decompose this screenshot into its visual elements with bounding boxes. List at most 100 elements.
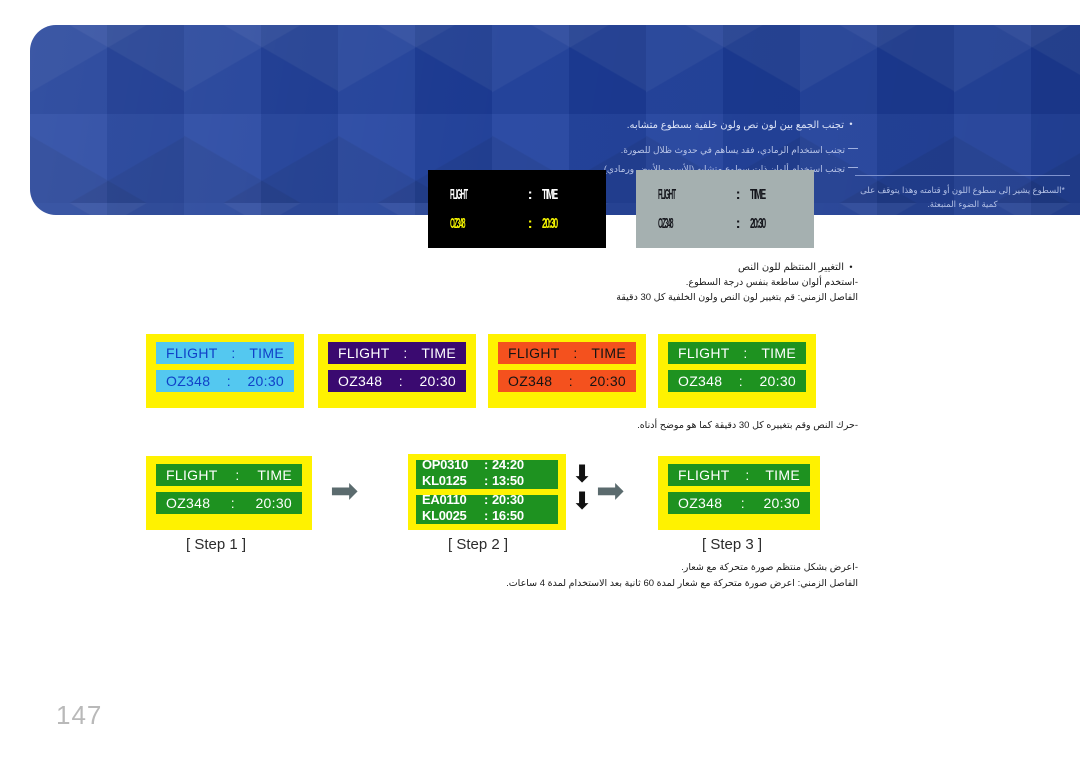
banner-dash-note-1: تجنب استخدام الرمادي، فقد يساهم في حدوث … (621, 145, 858, 156)
sign-separator: : (740, 495, 745, 511)
sign-time-label: TIME (761, 345, 796, 361)
separator: : (483, 508, 489, 523)
sign-row-header: FLIGHT : TIME (668, 342, 806, 364)
sign-separator: : (743, 345, 748, 361)
sign-flight-code: OZ348 (338, 373, 383, 389)
sign-row-header: FLIGHT : TIME (156, 464, 302, 486)
arrow-right-icon: ➡ (330, 471, 359, 511)
lcd-time-label: TIME (750, 186, 766, 203)
banner-side-footnote: *السطوع يشير إلى سطوع اللون أو قتامته وه… (855, 175, 1070, 211)
sign-row-data: OZ348 : 20:30 (668, 492, 810, 514)
lcd-row-data: OZ348 : 20:30 (658, 215, 792, 232)
list-item: KL0125 : 13:50 (416, 473, 558, 489)
note-mid-line-1: • التغيير المنتظم للون النص (616, 262, 858, 273)
flight-time: 13:50 (492, 473, 524, 488)
step-label-1: [ Step 1 ] (186, 536, 247, 553)
sign-flight-label: FLIGHT (166, 467, 218, 483)
sign-flight-code: OZ348 (166, 373, 211, 389)
flight-time: 16:50 (492, 508, 524, 523)
sign-row-data: OZ348 : 20:30 (498, 370, 636, 392)
sign-separator: : (738, 373, 743, 389)
sign-time-label: TIME (249, 345, 284, 361)
sign-time-label: TIME (765, 467, 800, 483)
lcd-row-header: FLIGHT : TIME (658, 186, 792, 203)
lcd-flight-code: OZ348 (658, 215, 674, 232)
list-item: EA0110 : 20:30 (416, 495, 558, 508)
dash-mark-icon (848, 148, 858, 149)
sign-row-header: FLIGHT : TIME (328, 342, 466, 364)
lcd-preview-black: FLIGHT : TIME OZ348 : 20:30 (428, 170, 606, 248)
sign-time-label: TIME (421, 345, 456, 361)
flight-time: 20:30 (492, 495, 524, 507)
sign-row-header: FLIGHT : TIME (668, 464, 810, 486)
sign-flight-label: FLIGHT (338, 345, 390, 361)
separator: : (483, 460, 489, 472)
note-mid-line-1-text: التغيير المنتظم للون النص (737, 262, 844, 273)
note-move-text: -حرك النص وقم بتغييره كل 30 دقيقة كما هو… (637, 420, 858, 431)
flight-time: 24:20 (492, 460, 524, 472)
sign-separator: : (226, 373, 231, 389)
sign-time-label: TIME (591, 345, 626, 361)
sign-separator: : (403, 345, 408, 361)
flight-code: OP0310 (422, 460, 468, 472)
sign-time-value: 20:30 (247, 373, 284, 389)
sign-row-header: FLIGHT : TIME (156, 342, 294, 364)
flight-code: EA0110 (422, 495, 467, 507)
lcd-time-value: 20:30 (750, 215, 766, 232)
sign-separator: : (745, 467, 750, 483)
lcd-preview-gray: FLIGHT : TIME OZ348 : 20:30 (636, 170, 814, 248)
bullet-glyph: • (849, 262, 853, 273)
lcd-time-value: 20:30 (542, 215, 558, 232)
sign-card-green: FLIGHT : TIME OZ348 : 20:30 (658, 334, 816, 408)
step-label-2: [ Step 2 ] (448, 536, 509, 553)
sign-separator: : (235, 467, 240, 483)
sign-time-label: TIME (257, 467, 292, 483)
flight-list-panel-bottom: EA0110 : 20:30 KL0025 : 16:50 (416, 495, 558, 524)
step3-sign-card: FLIGHT : TIME OZ348 : 20:30 (658, 456, 820, 530)
lcd-flight-label: FLIGHT (450, 186, 468, 203)
flight-code: KL0125 (422, 473, 467, 488)
bullet-glyph: • (849, 119, 853, 130)
sign-flight-label: FLIGHT (678, 345, 730, 361)
note-mid-line-3: الفاصل الزمني: قم بتغيير لون النص ولون ا… (616, 292, 858, 303)
separator: : (483, 495, 489, 507)
lcd-separator: : (527, 215, 533, 232)
sign-card-purple: FLIGHT : TIME OZ348 : 20:30 (318, 334, 476, 408)
lcd-separator: : (527, 186, 533, 203)
lcd-time-label: TIME (542, 186, 558, 203)
sign-flight-label: FLIGHT (166, 345, 218, 361)
sign-separator: : (573, 345, 578, 361)
sign-flight-code: OZ348 (678, 373, 723, 389)
arrow-down-icon: ⬇ (572, 460, 593, 488)
lcd-separator: : (735, 186, 741, 203)
sign-row-data: OZ348 : 20:30 (328, 370, 466, 392)
note-bottom-line-1: -اعرض بشكل منتظم صورة متحركة مع شعار. (506, 562, 858, 573)
separator: : (483, 473, 489, 488)
note-bottom-line-1-text: -اعرض بشكل منتظم صورة متحركة مع شعار. (681, 562, 858, 573)
sign-row-data: OZ348 : 20:30 (156, 492, 302, 514)
note-steps-line-1: -حرك النص وقم بتغييره كل 30 دقيقة كما هو… (637, 420, 858, 431)
flight-code: KL0025 (422, 508, 467, 523)
step1-sign-card: FLIGHT : TIME OZ348 : 20:30 (146, 456, 312, 530)
sign-time-value: 20:30 (589, 373, 626, 389)
arrow-down-icon: ⬇ (572, 487, 593, 515)
sign-card-cyan: FLIGHT : TIME OZ348 : 20:30 (146, 334, 304, 408)
lcd-row-data: OZ348 : 20:30 (450, 215, 584, 232)
sign-time-value: 20:30 (419, 373, 456, 389)
sign-separator: : (230, 495, 235, 511)
sign-flight-label: FLIGHT (508, 345, 560, 361)
page-number: 147 (56, 700, 103, 730)
sign-time-value: 20:30 (763, 495, 800, 511)
sign-flight-code: OZ348 (678, 495, 723, 511)
note-regular-color-change: • التغيير المنتظم للون النص -استخدم ألوان… (616, 262, 858, 303)
sign-flight-label: FLIGHT (678, 467, 730, 483)
note-moving-image-logo: -اعرض بشكل منتظم صورة متحركة مع شعار. ال… (506, 562, 858, 589)
sign-separator: : (398, 373, 403, 389)
note-bottom-line-2: الفاصل الزمني: اعرض صورة متحركة مع شعار … (506, 578, 858, 589)
note-mid-line-2: -استخدم ألوان ساطعة بنفس درجة السطوع. (685, 277, 858, 288)
banner-bullet-line: • تجنب الجمع بين لون نص ولون خلفية بسطوع … (627, 118, 858, 134)
dash-mark-icon (848, 167, 858, 168)
sign-row-header: FLIGHT : TIME (498, 342, 636, 364)
sign-time-value: 20:30 (759, 373, 796, 389)
list-item: KL0025 : 16:50 (416, 508, 558, 524)
